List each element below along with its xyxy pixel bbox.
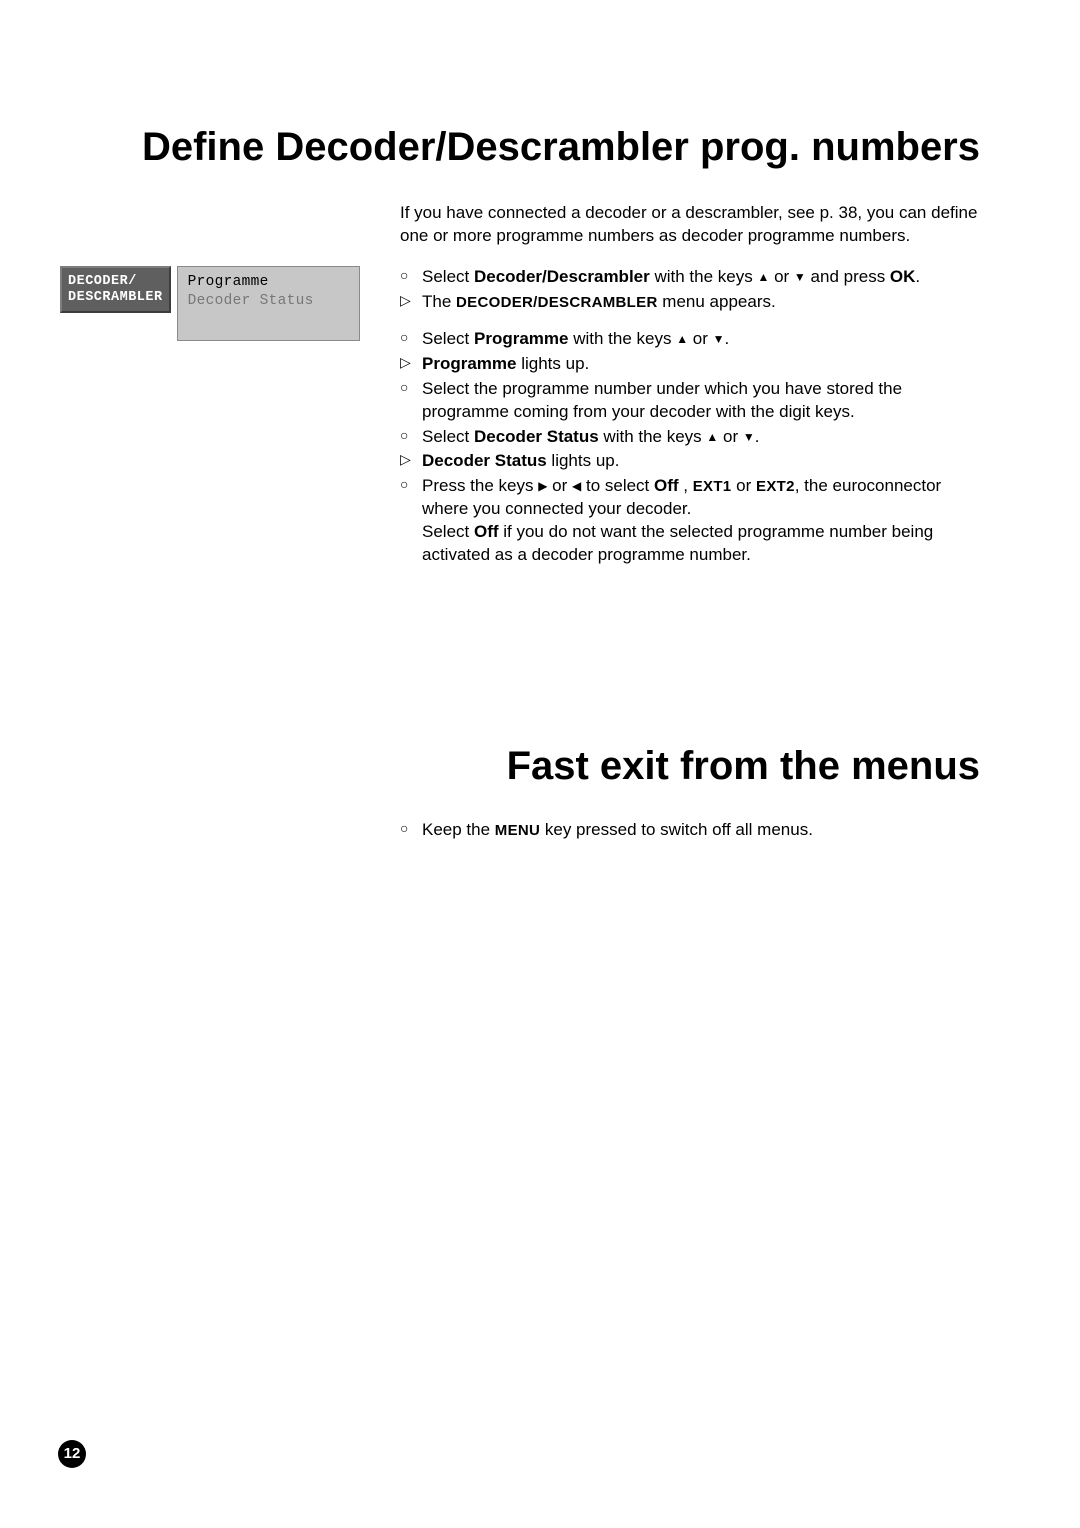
step-2: The DECODER/DESCRAMBLER menu appears. [400,291,990,314]
step-8: Press the keys ▶ or ◀ to select Off , EX… [400,475,990,567]
fast-exit-section: Keep the MENU key pressed to switch off … [400,819,990,842]
manual-page: Define Decoder/Descrambler prog. numbers… [0,0,1080,904]
step-7: Decoder Status lights up. [400,450,990,473]
instruction-steps: Select Decoder/Descrambler with the keys… [400,266,990,569]
panel-item-decoder-status: Decoder Status [188,292,349,312]
down-icon: ▼ [743,429,755,445]
fast-exit-step: Keep the MENU key pressed to switch off … [400,819,990,842]
down-icon: ▼ [794,269,806,285]
osd-menu-illustration: DECODER/ DESCRAMBLER Programme Decoder S… [60,266,360,341]
button-line-1: DECODER/ [68,274,137,289]
step-5: Select the programme number under which … [400,378,990,424]
up-icon: ▲ [706,429,718,445]
panel-item-programme: Programme [188,273,349,293]
up-icon: ▲ [676,331,688,347]
menu-panel: Programme Decoder Status [177,266,360,341]
step-6: Select Decoder Status with the keys ▲ or… [400,426,990,449]
page-title-1: Define Decoder/Descrambler prog. numbers [60,120,990,174]
step-4: Programme lights up. [400,353,990,376]
left-icon: ◀ [572,478,581,494]
step-3: Select Programme with the keys ▲ or ▼. [400,328,990,351]
page-number-badge: 12 [58,1440,86,1468]
down-icon: ▼ [713,331,725,347]
button-line-2: DESCRAMBLER [68,290,163,305]
intro-text: If you have connected a decoder or a des… [400,202,990,248]
content-row: DECODER/ DESCRAMBLER Programme Decoder S… [60,266,990,569]
decoder-button: DECODER/ DESCRAMBLER [60,266,171,313]
step-1: Select Decoder/Descrambler with the keys… [400,266,990,289]
page-title-2: Fast exit from the menus [60,739,990,793]
up-icon: ▲ [757,269,769,285]
